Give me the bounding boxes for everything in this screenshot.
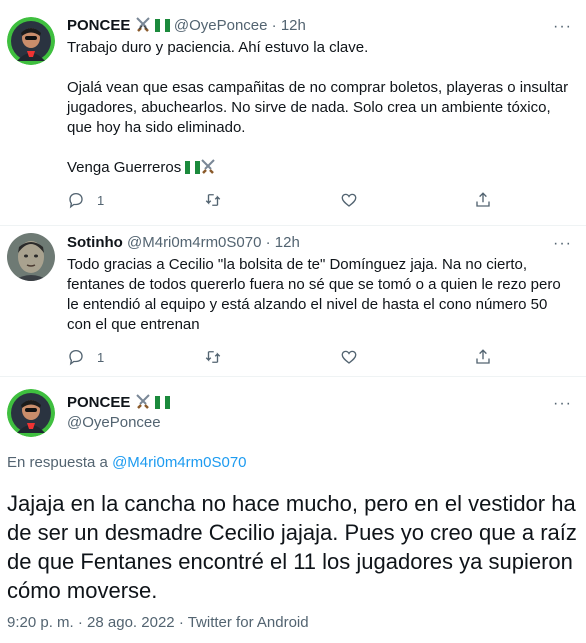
reply-to-link[interactable]: @M4ri0m4rm0S070 — [112, 454, 246, 471]
like-button[interactable] — [340, 348, 358, 366]
separator: · — [265, 234, 271, 251]
tweet-source[interactable]: Twitter for Android — [188, 614, 309, 631]
tweet-2[interactable]: Sotinho @M4ri0m4rm0S070 · 12h ··· Todo g… — [0, 226, 586, 376]
reply-prefix: En respuesta a — [7, 454, 108, 471]
share-button[interactable] — [474, 191, 492, 209]
retweet-button[interactable] — [204, 348, 222, 366]
more-icon[interactable]: ··· — [553, 236, 572, 252]
tweet-1-line-2: Ojalá vean que esas campañitas de no com… — [67, 79, 569, 136]
reply-count: 1 — [97, 192, 105, 208]
separator: · — [77, 614, 83, 631]
timestamp[interactable]: 12h — [281, 17, 306, 34]
crossed-swords-icon — [201, 159, 216, 174]
tweet-1[interactable]: PONCEE @OyePoncee · 12h ··· Trabajo duro… — [0, 0, 586, 225]
author-name[interactable]: PONCEE — [67, 17, 130, 34]
more-icon[interactable]: ··· — [553, 19, 572, 35]
timestamp[interactable]: 12h — [275, 234, 300, 251]
separator: · — [178, 614, 184, 631]
mexico-flag-icon — [154, 396, 170, 409]
reply-count: 1 — [97, 349, 105, 365]
like-icon — [341, 350, 357, 364]
tweet-time[interactable]: 9:20 p. m. — [7, 614, 74, 631]
retweet-button[interactable] — [204, 191, 222, 209]
retweet-icon — [205, 194, 221, 206]
author-handle[interactable]: @M4ri0m4rm0S070 — [127, 234, 261, 251]
tweet-2-actions: 1 — [67, 348, 497, 368]
share-icon — [476, 192, 490, 207]
tweet-date[interactable]: 28 ago. 2022 — [87, 614, 175, 631]
author-handle[interactable]: @OyePoncee — [174, 17, 268, 34]
author-name[interactable]: PONCEE — [67, 394, 130, 411]
reply-icon — [69, 192, 83, 209]
share-icon — [476, 349, 490, 364]
avatar-sotinho[interactable] — [7, 233, 55, 281]
tweet-3-name-row: PONCEE — [67, 393, 170, 413]
tweet-1-line-3-text: Venga Guerreros — [67, 159, 182, 176]
author-handle[interactable]: @OyePoncee — [67, 414, 161, 431]
author-name[interactable]: Sotinho — [67, 234, 123, 251]
tweet-2-header: Sotinho @M4ri0m4rm0S070 · 12h — [67, 233, 300, 253]
avatar-poncee[interactable] — [7, 17, 55, 65]
share-button[interactable] — [474, 348, 492, 366]
crossed-swords-icon — [135, 17, 150, 32]
like-icon — [341, 193, 357, 207]
tweet-3-handle-row: @OyePoncee — [67, 413, 161, 433]
reply-button[interactable]: 1 — [67, 191, 104, 209]
crossed-swords-icon — [135, 394, 150, 409]
tweet-3-text: Jajaja en la cancha no hace mucho, pero … — [7, 491, 577, 603]
tweet-2-text: Todo gracias a Cecilio "la bolsita de te… — [67, 256, 561, 333]
reply-context: En respuesta a @M4ri0m4rm0S070 — [7, 454, 247, 471]
tweet-1-line-1: Trabajo duro y paciencia. Ahí estuvo la … — [67, 39, 369, 56]
retweet-icon — [205, 351, 221, 363]
avatar-poncee[interactable] — [7, 389, 55, 437]
more-icon[interactable]: ··· — [553, 396, 572, 412]
reply-icon — [69, 349, 83, 366]
tweet-1-header: PONCEE @OyePoncee · 12h — [67, 16, 306, 36]
mexico-flag-icon — [154, 19, 170, 32]
tweet-1-text: Trabajo duro y paciencia. Ahí estuvo la … — [67, 38, 573, 178]
like-button[interactable] — [340, 191, 358, 209]
tweet-3-meta: 9:20 p. m. · 28 ago. 2022 · Twitter for … — [7, 614, 309, 631]
tweet-1-line-3: Venga Guerreros — [67, 158, 573, 178]
reply-button[interactable]: 1 — [67, 348, 104, 366]
tweet-1-actions: 1 — [67, 191, 497, 211]
mexico-flag-icon — [185, 161, 201, 174]
separator: · — [271, 17, 277, 34]
